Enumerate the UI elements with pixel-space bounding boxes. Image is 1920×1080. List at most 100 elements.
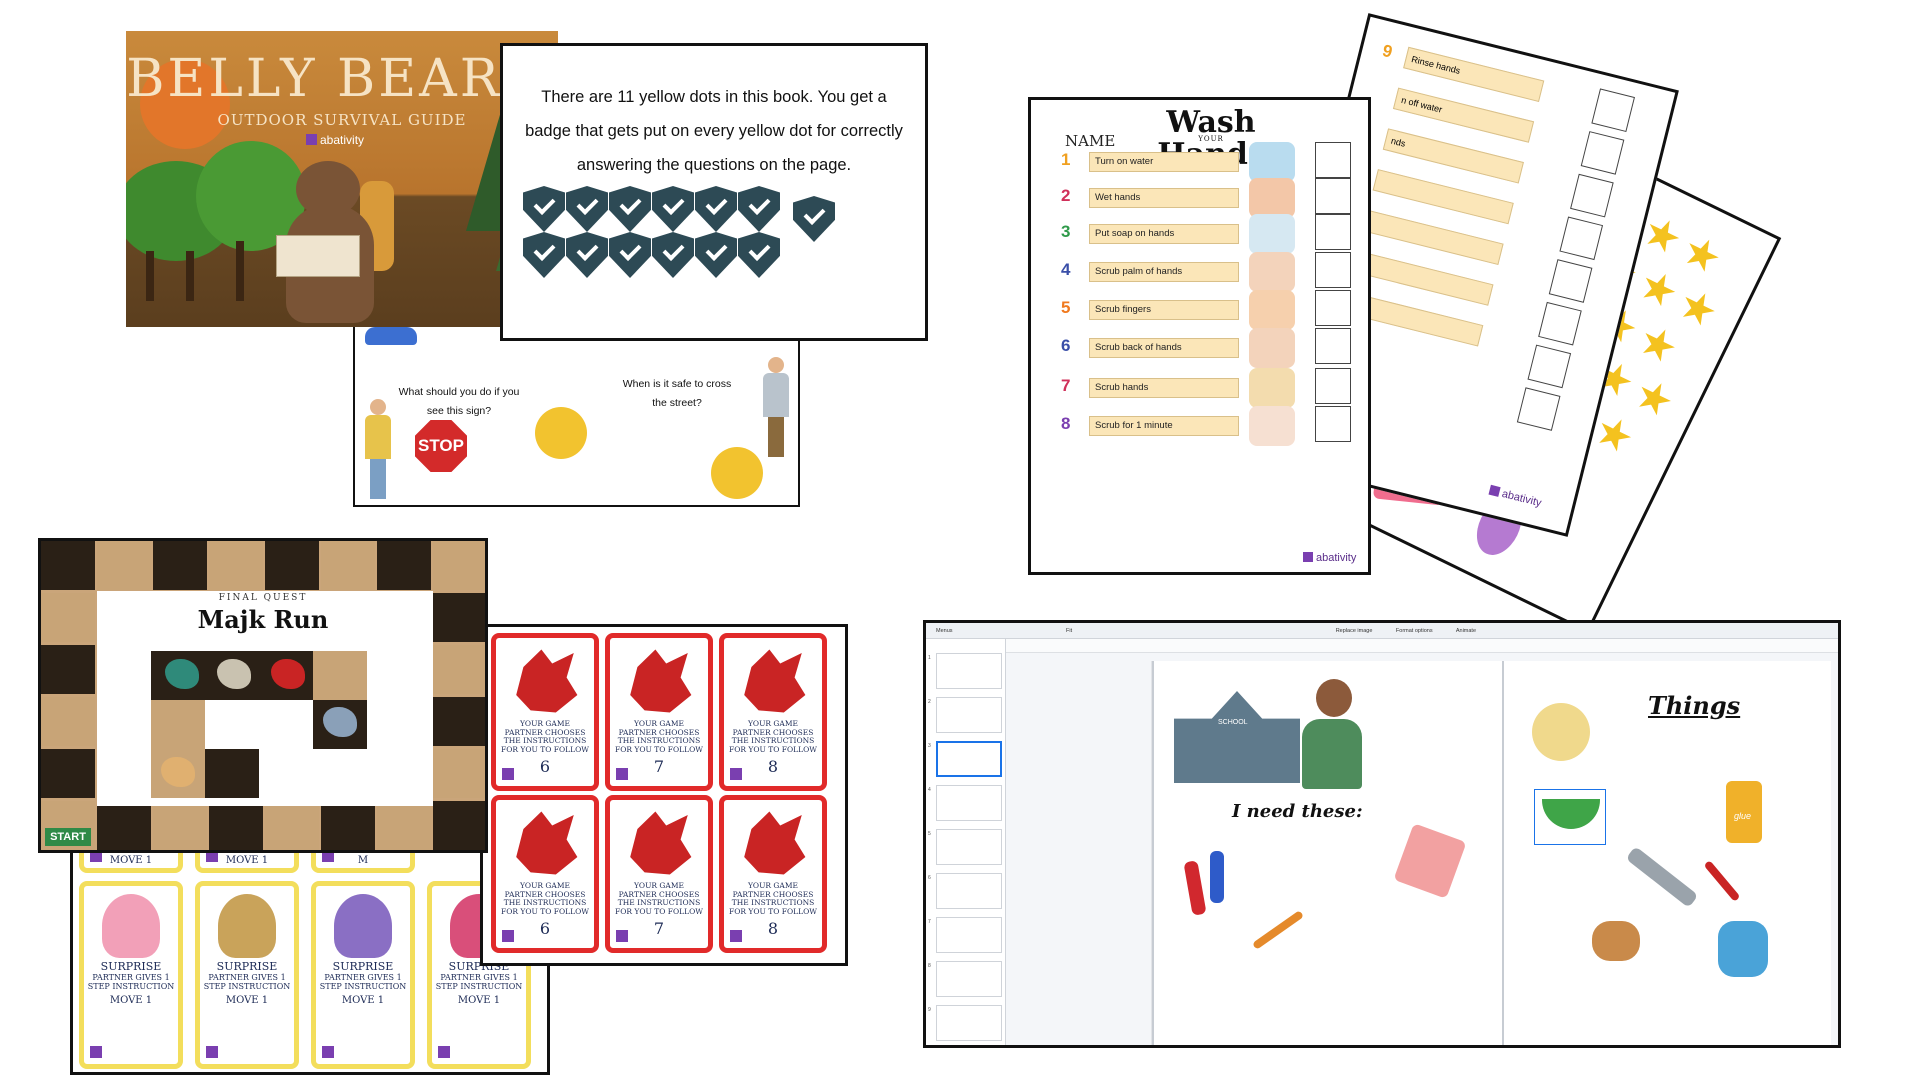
horse-icon — [1592, 921, 1640, 961]
animate-button[interactable]: Animate — [1456, 628, 1476, 634]
step-checkbox[interactable] — [1315, 290, 1351, 326]
belly-bear-cover: BELLY BEAR'S OUTDOOR SURVIVAL GUIDE abat… — [126, 31, 558, 327]
red-dragon-icon — [630, 649, 692, 713]
slide-thumbnail[interactable] — [936, 961, 1002, 997]
step-checkbox[interactable] — [1315, 142, 1351, 178]
start-tile: START — [45, 828, 91, 846]
step-label: Scrub back of hands — [1089, 338, 1239, 358]
star-icon — [1635, 322, 1680, 367]
cover-subtitle: OUTDOOR SURVIVAL GUIDE — [217, 111, 467, 129]
board-tile — [41, 749, 95, 798]
red-dragon-icon — [630, 811, 692, 875]
step-checkbox[interactable] — [1315, 178, 1351, 214]
slide-thumbnail[interactable] — [936, 785, 1002, 821]
step-illustration — [1249, 178, 1295, 218]
board-tile — [433, 801, 485, 850]
surprise-cards-sheet: INSTRUCTIONMOVE 1INSTRUCTIONMOVE 1INSTMS… — [70, 832, 550, 1075]
slide-thumbnail[interactable] — [936, 697, 1002, 733]
slide-number: 6 — [928, 875, 931, 881]
saw-icon — [1625, 846, 1699, 908]
crayon-icon — [1183, 860, 1207, 916]
slide-thumbnail[interactable] — [936, 1005, 1002, 1041]
adult-illustration — [763, 357, 789, 457]
badge-shield-icon — [738, 186, 780, 232]
board-title: Majk Run — [197, 605, 329, 634]
stop-sign-icon: STOP — [415, 420, 467, 472]
badge-shield-icon — [566, 186, 608, 232]
step-checkbox[interactable] — [1315, 328, 1351, 364]
slide-number: 2 — [928, 699, 931, 705]
badge-info-text: There are 11 yellow dots in this book. Y… — [525, 88, 903, 174]
slide-number: 8 — [928, 963, 931, 969]
badge-shield-icon — [695, 186, 737, 232]
yellow-dot — [535, 407, 587, 459]
board-tile — [153, 801, 207, 850]
step-number: 6 — [1061, 336, 1071, 355]
star-icon — [1679, 232, 1724, 277]
slide-thumbnail[interactable] — [936, 873, 1002, 909]
red-dragon-icon — [516, 811, 578, 875]
slide-thumbnail[interactable] — [936, 653, 1002, 689]
slides-editor-window: Menus Fit Replace image Format options A… — [923, 620, 1841, 1048]
brand-logo: abativity — [1303, 552, 1356, 564]
stop-sign-question: What should you do if you see this sign? — [398, 386, 520, 417]
red-dragon-icon — [744, 811, 806, 875]
street-safety-page: What should you do if you see this sign?… — [353, 325, 800, 507]
board-tile — [433, 749, 485, 798]
notebook-icon — [1393, 823, 1467, 899]
badge-shield-icon — [566, 232, 608, 278]
step-checkbox[interactable] — [1315, 406, 1351, 442]
step-checkbox[interactable] — [1315, 214, 1351, 250]
step-illustration — [1249, 214, 1295, 254]
slide-thumbnail[interactable] — [936, 917, 1002, 953]
board-tile — [97, 801, 151, 850]
board-tile — [433, 645, 485, 694]
step-number: 8 — [1061, 414, 1071, 433]
format-options-button[interactable]: Format options — [1396, 628, 1433, 634]
step-label: Turn on water — [1089, 152, 1239, 172]
ruler — [1006, 639, 1838, 653]
step-checkbox[interactable] — [1315, 368, 1351, 404]
slide-canvas[interactable]: SCHOOL I need these: Things glue — [1151, 661, 1831, 1045]
red-dragon-icon — [516, 649, 578, 713]
cover-brand: abativity — [306, 133, 364, 147]
step-number: 1 — [1061, 150, 1071, 169]
collage-canvas: What should you do if you see this sign?… — [0, 0, 1920, 1080]
partner-card: YOUR GAME PARTNER CHOOSES THE INSTRUCTIO… — [605, 633, 713, 791]
slide-thumbnail[interactable] — [936, 741, 1002, 777]
glue-label: glue — [1734, 811, 1752, 821]
screwdriver-icon — [1703, 860, 1741, 902]
menus-button[interactable]: Menus — [936, 628, 953, 634]
badge-shield-icon — [609, 232, 651, 278]
majk-run-board: FINAL QUEST Majk Run START — [38, 538, 488, 853]
surprise-card: SURPRISE PARTNER GIVES 1 STEP INSTRUCTION… — [79, 881, 183, 1069]
student-illustration — [1302, 679, 1366, 789]
star-icon — [1591, 412, 1636, 457]
name-label: NAME — [1065, 132, 1116, 150]
board-tile — [41, 645, 95, 694]
wash-hands-sheet: NAME Wash YOUR Hands 1Turn on water2Wet … — [1028, 97, 1371, 575]
school-illustration — [1174, 691, 1300, 783]
partner-card: YOUR GAME PARTNER CHOOSES THE INSTRUCTIO… — [491, 633, 599, 791]
plate-icon — [1532, 703, 1590, 761]
partner-card: YOUR GAME PARTNER CHOOSES THE INSTRUCTIO… — [719, 795, 827, 953]
step-label: Scrub hands — [1089, 378, 1239, 398]
replace-image-button[interactable]: Replace image — [1336, 628, 1373, 634]
step-checkbox[interactable] — [1315, 252, 1351, 288]
slide-thumbnail[interactable] — [936, 829, 1002, 865]
step-number: 5 — [1061, 298, 1071, 317]
badge-shield-icon — [523, 232, 565, 278]
partner-card: YOUR GAME PARTNER CHOOSES THE INSTRUCTIO… — [719, 633, 827, 791]
step-label: Put soap on hands — [1089, 224, 1239, 244]
cover-title: BELLY BEAR'S — [126, 49, 558, 109]
board-tile — [433, 541, 485, 590]
child-illustration — [365, 399, 391, 499]
zoom-fit-button[interactable]: Fit — [1066, 628, 1072, 634]
partner-card: YOUR GAME PARTNER CHOOSES THE INSTRUCTIO… — [491, 795, 599, 953]
crayon-icon — [1210, 851, 1224, 903]
board-tile — [209, 801, 263, 850]
slide-number: 5 — [928, 831, 931, 837]
editor-toolbar: Menus Fit Replace image Format options A… — [926, 623, 1838, 639]
step-label: Scrub fingers — [1089, 300, 1239, 320]
badge-shield-icon — [652, 232, 694, 278]
